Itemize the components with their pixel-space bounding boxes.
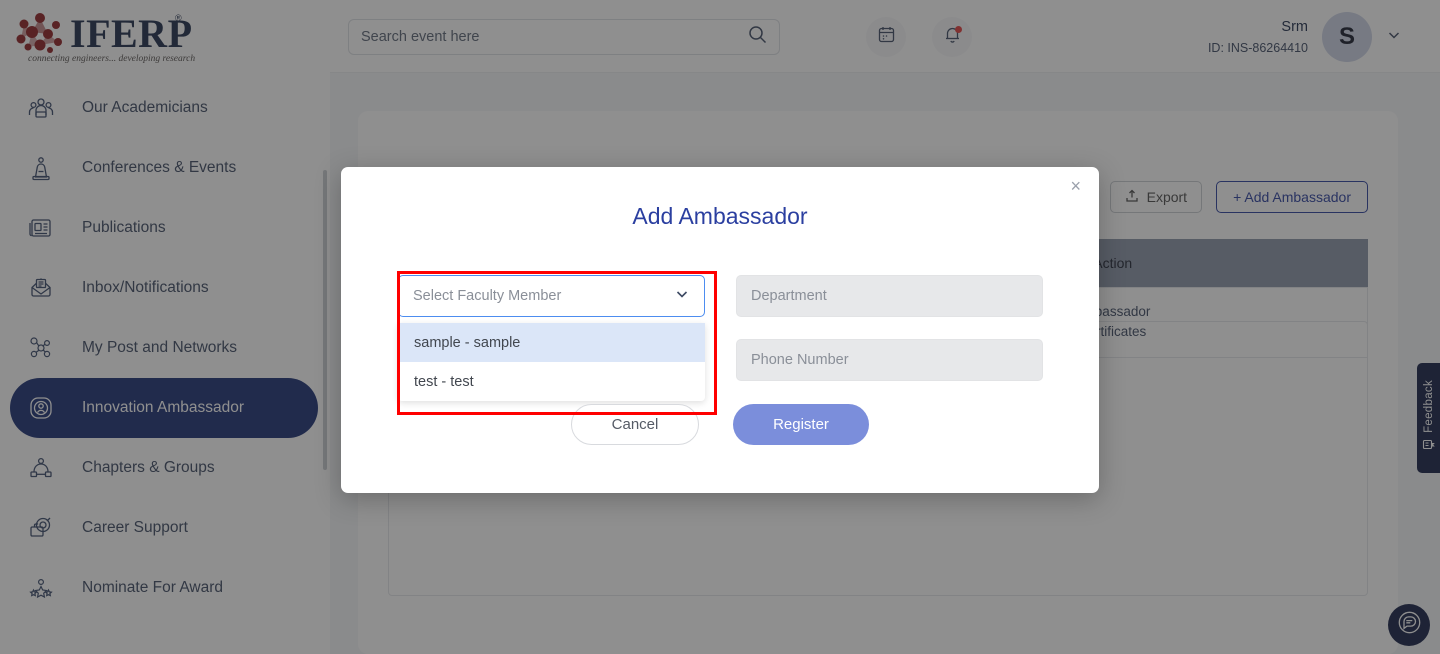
- modal-title: Add Ambassador: [341, 203, 1099, 230]
- add-ambassador-form: Select Faculty Member sample - sample te…: [398, 275, 1042, 381]
- register-button[interactable]: Register: [733, 404, 869, 445]
- option-test[interactable]: test - test: [398, 362, 705, 401]
- option-sample[interactable]: sample - sample: [398, 323, 705, 362]
- faculty-member-select-value: Select Faculty Member: [413, 288, 561, 304]
- modal-actions: Cancel Register: [341, 404, 1099, 445]
- form-column-left: Select Faculty Member sample - sample te…: [398, 275, 705, 381]
- close-icon[interactable]: ×: [1070, 177, 1081, 195]
- faculty-member-options-list: sample - sample test - test: [398, 323, 705, 401]
- field-spacer: [736, 317, 1043, 339]
- faculty-member-select: Select Faculty Member sample - sample te…: [398, 275, 705, 317]
- chevron-down-icon: [674, 286, 690, 306]
- add-ambassador-modal: × Add Ambassador Select Faculty Member s…: [341, 167, 1099, 493]
- cancel-button[interactable]: Cancel: [571, 404, 699, 445]
- department-field[interactable]: [736, 275, 1043, 317]
- app-root: IFERP ® connecting engineers... developi…: [0, 0, 1440, 654]
- form-column-right: [736, 275, 1043, 381]
- phone-number-field[interactable]: [736, 339, 1043, 381]
- faculty-member-select-trigger[interactable]: Select Faculty Member: [398, 275, 705, 317]
